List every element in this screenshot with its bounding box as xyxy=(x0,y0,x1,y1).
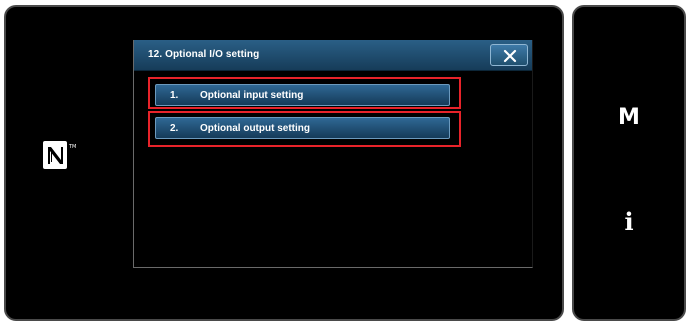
close-icon xyxy=(503,49,517,63)
dialog-title: 12. Optional I/O setting xyxy=(148,49,260,60)
device-panel: TM M i 12. Optional I/O setting 1. Optio… xyxy=(0,0,691,327)
highlight-box-output xyxy=(148,111,461,147)
highlight-box-input xyxy=(148,77,461,109)
mode-key[interactable]: M xyxy=(574,105,684,130)
optional-io-dialog: 12. Optional I/O setting 1. Optional inp… xyxy=(133,40,533,268)
close-button[interactable] xyxy=(490,44,528,66)
dialog-header: 12. Optional I/O setting xyxy=(134,40,532,71)
side-panel: M i xyxy=(572,5,686,321)
svg-text:TM: TM xyxy=(68,144,76,150)
nfc-icon: TM xyxy=(42,140,80,172)
info-key[interactable]: i xyxy=(574,207,684,236)
